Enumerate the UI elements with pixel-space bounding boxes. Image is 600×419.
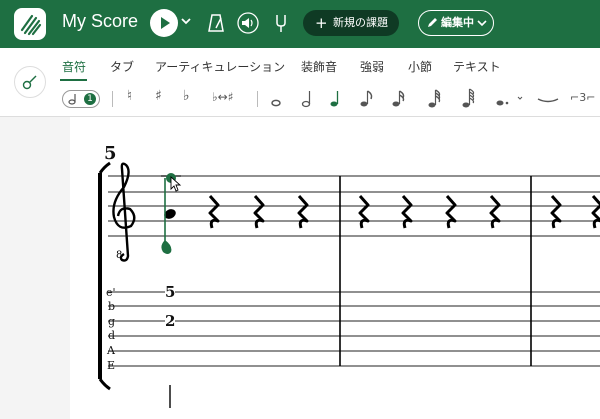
duration-buttons xyxy=(271,88,559,108)
fret-number[interactable]: 2 xyxy=(165,314,176,329)
tab-staff xyxy=(108,291,600,367)
play-button[interactable] xyxy=(150,9,178,37)
note-voice-icon xyxy=(68,94,76,105)
top-bar: My Score + 新規の課題 編集中 xyxy=(0,0,600,48)
eighth-note-button[interactable] xyxy=(360,90,373,107)
score-title[interactable]: My Score xyxy=(62,11,138,32)
play-icon xyxy=(161,17,170,29)
whole-note-button[interactable] xyxy=(271,99,281,107)
tab-string-label: e' xyxy=(106,286,116,299)
pencil-icon xyxy=(428,18,437,27)
tab-tab[interactable]: タブ xyxy=(110,58,134,75)
tab-string-label: b xyxy=(108,300,116,313)
sixteenth-note-button[interactable] xyxy=(392,90,405,107)
active-tab-indicator xyxy=(60,79,87,81)
enharmonic-button[interactable]: ♭↔♯ xyxy=(212,90,234,104)
tab-string-label: A xyxy=(107,344,115,357)
instrument-button[interactable] xyxy=(14,66,46,98)
tab-ornaments[interactable]: 装飾音 xyxy=(301,58,337,75)
tie-button[interactable] xyxy=(537,98,559,103)
tab-dynamics[interactable]: 強弱 xyxy=(360,58,384,75)
voice-number-badge: 1 xyxy=(84,93,96,105)
plus-icon: + xyxy=(315,14,328,32)
tab-string-label: g xyxy=(108,315,116,328)
tab-articulation[interactable]: アーティキュレーション xyxy=(155,58,285,75)
quarter-note-button[interactable] xyxy=(330,91,339,107)
tab-text[interactable]: テキスト xyxy=(453,58,501,75)
tuplet-button[interactable]: ⌐3⌐ xyxy=(570,91,595,104)
tuning-fork-icon[interactable] xyxy=(274,12,288,34)
guitar-icon xyxy=(22,75,37,90)
flat-button[interactable]: ♭ xyxy=(183,88,190,104)
edit-mode-dropdown[interactable]: 編集中 xyxy=(418,10,494,36)
app-logo-icon[interactable] xyxy=(14,8,46,40)
natural-button[interactable]: ♮ xyxy=(127,88,132,104)
thirty-second-note-button[interactable] xyxy=(428,89,441,108)
tab-string-label: E xyxy=(107,359,116,372)
chevron-down-icon[interactable] xyxy=(180,15,192,27)
score-staves: 8 xyxy=(98,161,600,408)
voice-selector[interactable]: 1 xyxy=(62,90,100,108)
dotted-note-button[interactable] xyxy=(496,96,523,106)
treble-clef: 8 xyxy=(112,162,136,262)
divider xyxy=(112,91,113,107)
metronome-icon[interactable] xyxy=(206,12,226,34)
standard-staff xyxy=(108,175,600,237)
rests xyxy=(208,195,600,229)
score-canvas[interactable]: 5 8 e' b g d A E 5 2 xyxy=(0,117,600,419)
sharp-button[interactable]: ♯ xyxy=(155,88,162,104)
tab-measures[interactable]: 小節 xyxy=(408,58,432,75)
tab-notes[interactable]: 音符 xyxy=(62,58,86,75)
fret-number[interactable]: 5 xyxy=(165,285,176,300)
svg-text:8: 8 xyxy=(116,250,122,261)
divider xyxy=(257,91,258,107)
half-note-button[interactable] xyxy=(301,91,311,108)
sixty-fourth-note-button[interactable] xyxy=(462,88,475,108)
chevron-down-icon xyxy=(477,20,487,27)
tab-string-label: d xyxy=(108,329,116,342)
new-task-button[interactable]: + 新規の課題 xyxy=(303,10,399,36)
tab-bar xyxy=(0,48,600,82)
speaker-icon[interactable] xyxy=(236,12,260,34)
